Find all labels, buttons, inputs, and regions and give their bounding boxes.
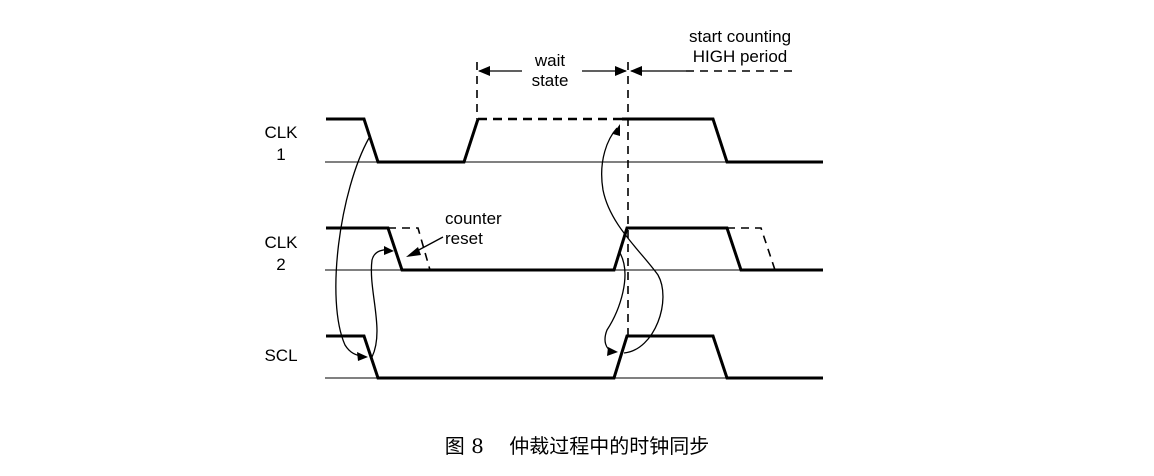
clk2-label-number: 2 <box>276 255 285 274</box>
wait-state-arrow-right-head <box>615 66 627 76</box>
scl-waveform <box>326 334 823 380</box>
counter-reset-label-line2: reset <box>445 229 483 248</box>
start-counting-label: start counting <box>689 27 791 46</box>
curve-clk1-fall-to-scl-fall <box>335 137 370 357</box>
counter-reset-pointer-line <box>414 236 444 253</box>
curve-scl-fall-to-clk2-fall <box>370 249 391 358</box>
clk1-label: CLK <box>264 123 298 142</box>
clk2-label: CLK <box>264 233 298 252</box>
clk1-label-number: 1 <box>276 145 285 164</box>
counter-reset-label: counter <box>445 209 502 228</box>
wait-state-label: wait <box>534 51 566 70</box>
clk1-waveform-start <box>326 117 480 164</box>
figure-caption: 图 8 仲裁过程中的时钟同步 <box>445 434 710 458</box>
curve-clk2-to-scl-arrowhead <box>607 347 618 356</box>
start-counting-arrow-head <box>630 66 642 76</box>
clock-synchronization-timing-diagram: CLK 1 CLK 2 SCL wait state start countin… <box>264 27 823 458</box>
clk1-waveform-end <box>622 117 823 164</box>
curve-scl-to-clk2-arrowhead <box>384 246 394 255</box>
counter-reset-pointer-head <box>406 247 421 257</box>
curve-clk1-to-scl-arrowhead <box>357 352 368 361</box>
clk2-waveform <box>326 226 823 272</box>
wait-state-arrow-left-head <box>478 66 490 76</box>
start-counting-label-line2: HIGH period <box>693 47 787 66</box>
curve-scl-to-clk1-arrowhead <box>613 124 620 136</box>
scl-label: SCL <box>264 346 297 365</box>
wait-state-label-line2: state <box>532 71 569 90</box>
